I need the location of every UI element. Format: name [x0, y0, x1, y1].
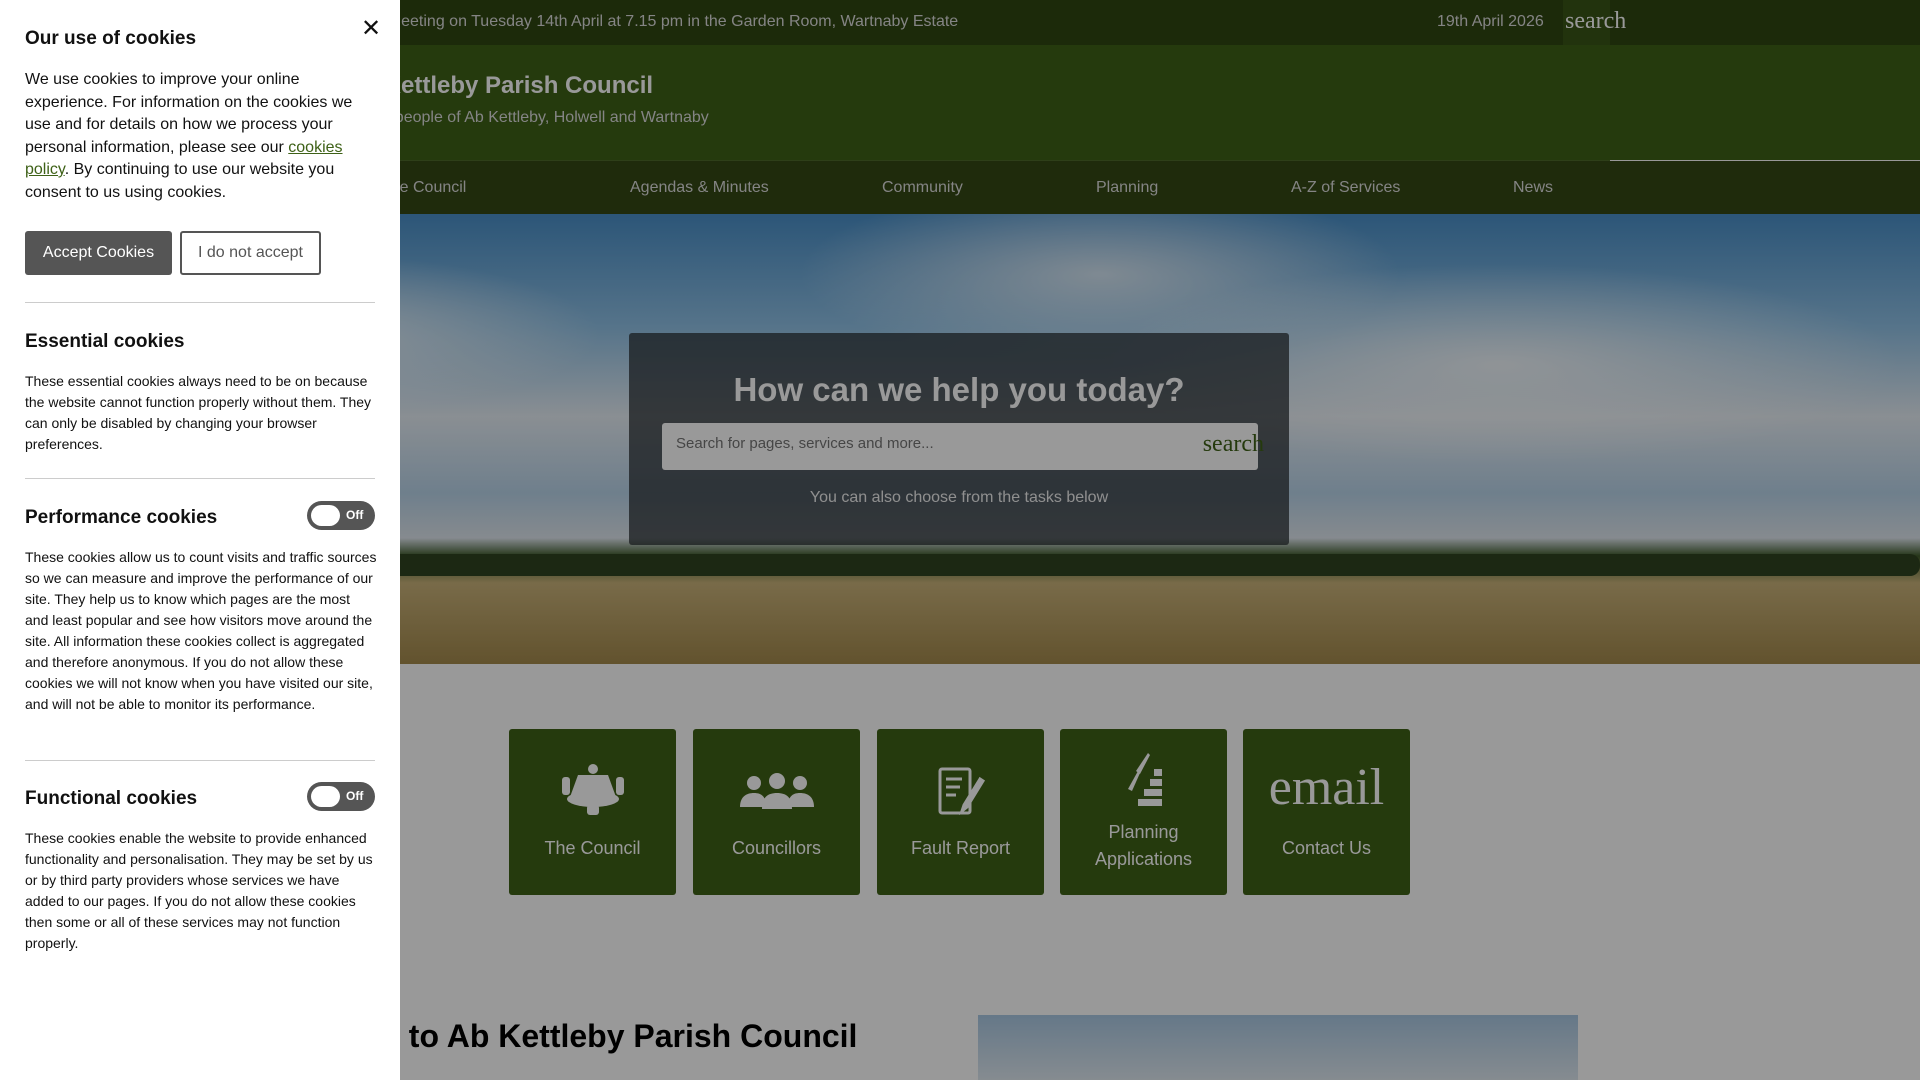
cookie-title: Our use of cookies	[25, 28, 197, 49]
functional-text: These cookies enable the website to prov…	[25, 830, 373, 951]
toggle-knob	[311, 786, 340, 807]
performance-title: Performance cookies	[25, 507, 218, 528]
essential-text: These essential cookies always need to b…	[25, 373, 372, 452]
toggle-state: Off	[346, 508, 364, 522]
intro-text: . By continuing to use our website you c…	[25, 161, 335, 201]
cookie-panel: Our use of cookies ✕ We use cookies to i…	[0, 0, 400, 1080]
divider	[25, 302, 375, 303]
performance-toggle[interactable]: Off	[307, 501, 375, 530]
toggle-state: Off	[346, 789, 364, 803]
divider	[25, 760, 375, 761]
functional-toggle[interactable]: Off	[307, 782, 375, 811]
close-icon[interactable]: ✕	[361, 14, 381, 43]
cookie-intro: We use cookies to improve your online ex…	[25, 69, 375, 204]
functional-title: Functional cookies	[25, 788, 198, 809]
performance-text: These cookies allow us to count visits a…	[25, 549, 377, 712]
divider	[25, 478, 375, 479]
decline-cookies-button[interactable]: I do not accept	[180, 231, 321, 275]
toggle-knob	[311, 505, 340, 526]
essential-title: Essential cookies	[25, 331, 185, 352]
accept-cookies-button[interactable]: Accept Cookies	[25, 231, 172, 275]
